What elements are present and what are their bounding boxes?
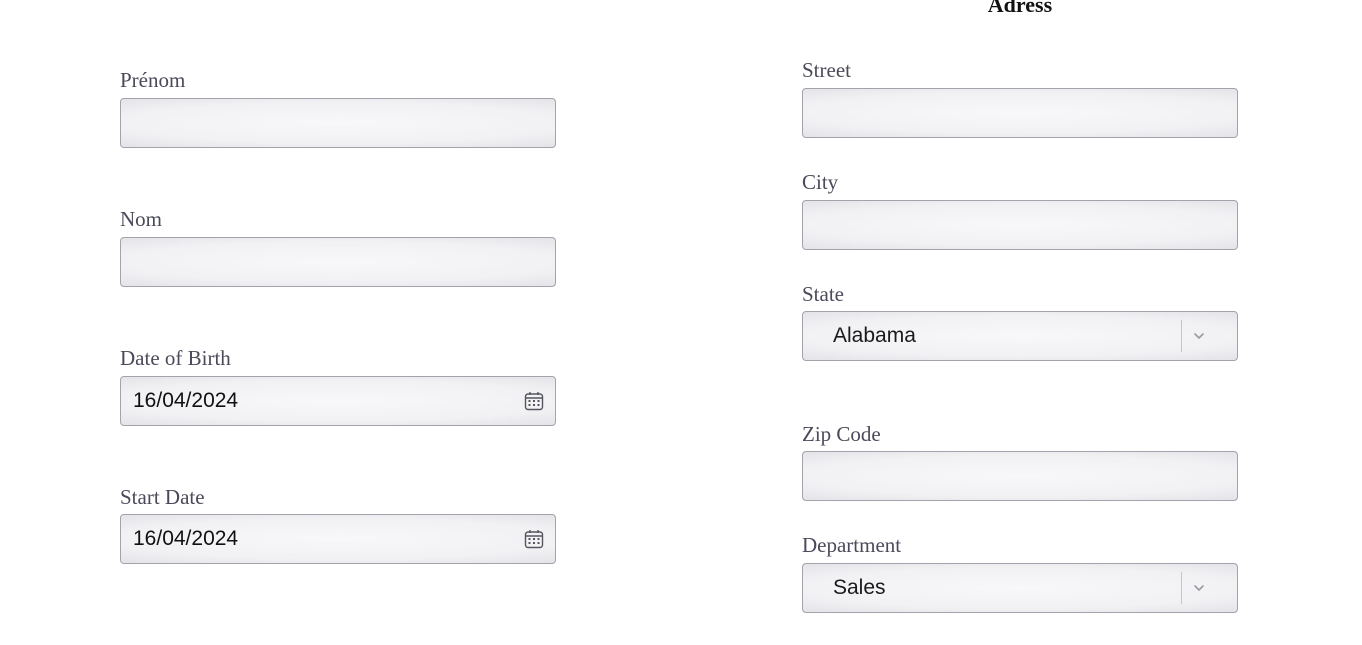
date-of-birth-label: Date of Birth: [120, 346, 231, 370]
calendar-icon[interactable]: [524, 529, 544, 549]
city-label: City: [802, 170, 839, 194]
state-selected-value[interactable]: Alabama: [833, 323, 916, 349]
zip-code-field[interactable]: [802, 451, 1238, 501]
first-name-field[interactable]: [120, 98, 556, 148]
department-select[interactable]: Sales: [802, 563, 1238, 613]
street-field[interactable]: [802, 88, 1238, 138]
last-name-field[interactable]: [120, 237, 556, 287]
last-name-label: Nom: [120, 207, 162, 231]
department-selected-value[interactable]: Sales: [833, 575, 886, 601]
street-input[interactable]: [803, 89, 1237, 137]
start-date-field[interactable]: 16/04/2024: [120, 514, 556, 564]
last-name-input[interactable]: [121, 238, 555, 286]
state-select[interactable]: Alabama: [802, 311, 1238, 361]
first-name-label: Prénom: [120, 68, 186, 92]
start-date-value[interactable]: 16/04/2024: [133, 526, 238, 552]
zip-code-label: Zip Code: [802, 422, 881, 446]
date-of-birth-value[interactable]: 16/04/2024: [133, 388, 238, 414]
city-field[interactable]: [802, 200, 1238, 250]
city-input[interactable]: [803, 201, 1237, 249]
address-section-title: Adress: [987, 0, 1053, 17]
select-divider: [1181, 572, 1182, 604]
date-of-birth-field[interactable]: 16/04/2024: [120, 376, 556, 426]
start-date-label: Start Date: [120, 485, 205, 509]
street-label: Street: [802, 58, 851, 82]
zip-code-input[interactable]: [803, 452, 1237, 500]
chevron-down-icon[interactable]: [1192, 581, 1206, 595]
first-name-input[interactable]: [121, 99, 555, 147]
state-label: State: [802, 282, 844, 306]
chevron-down-icon[interactable]: [1192, 329, 1206, 343]
select-divider: [1181, 320, 1182, 352]
department-label: Department: [802, 533, 902, 557]
calendar-icon[interactable]: [524, 391, 544, 411]
